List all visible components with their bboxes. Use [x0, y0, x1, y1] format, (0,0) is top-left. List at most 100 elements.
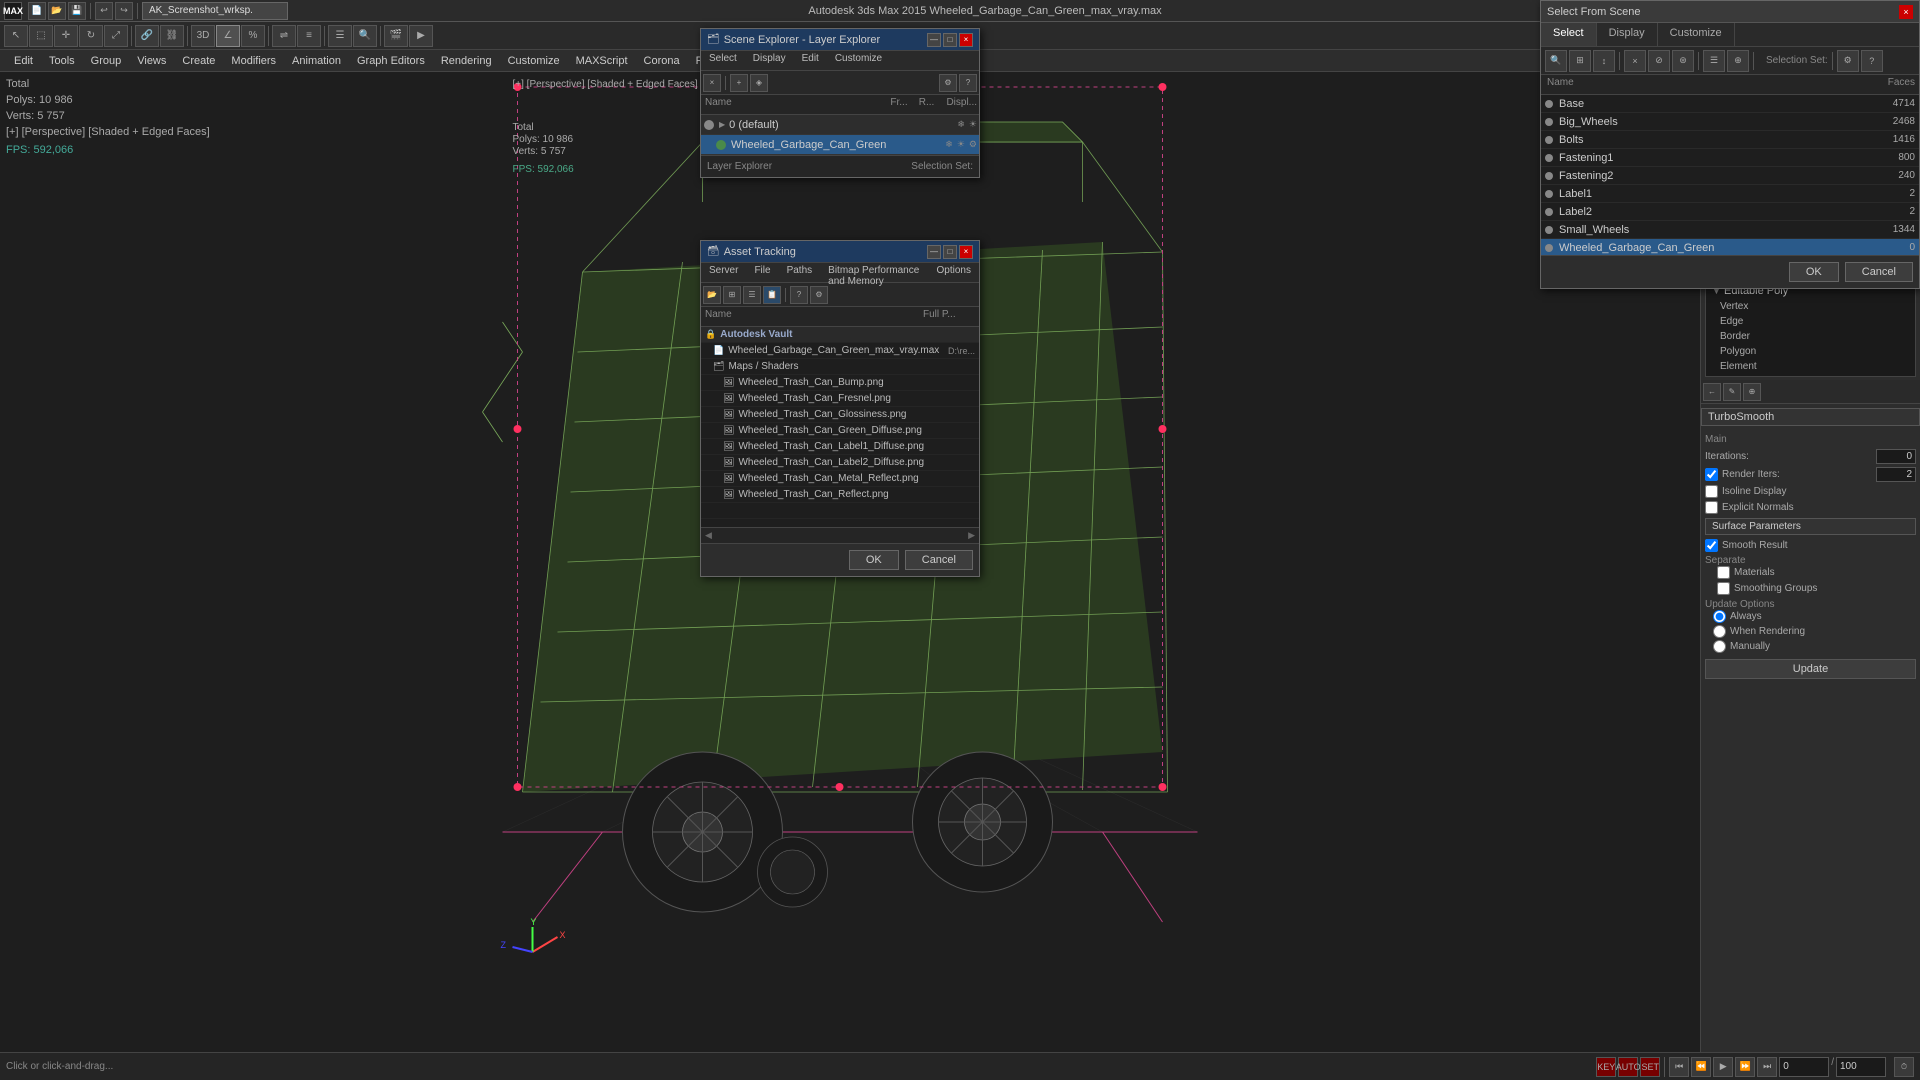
asset-tb-help[interactable]: ?	[790, 286, 808, 304]
frame-max-input[interactable]	[1836, 1057, 1886, 1077]
sel-tb-hier[interactable]: ⊕	[1727, 50, 1749, 72]
asset-ok-btn[interactable]: OK	[849, 550, 899, 570]
sel-tb-sort[interactable]: ↕	[1593, 50, 1615, 72]
key-mode-btn[interactable]: KEY	[1596, 1057, 1616, 1077]
move-tool[interactable]: ✛	[54, 25, 78, 47]
edit-btn[interactable]: ✎	[1723, 383, 1741, 401]
layer-menu-customize[interactable]: Customize	[827, 51, 890, 70]
sel-tb-all[interactable]: ⊛	[1672, 50, 1694, 72]
asset-close-btn[interactable]: ×	[959, 245, 973, 259]
asset-row-bump[interactable]: 🖼 Wheeled_Trash_Can_Bump.png	[701, 375, 979, 391]
sel-tb-find[interactable]: 🔍	[1545, 50, 1567, 72]
sel-tb-layers[interactable]: ☰	[1703, 50, 1725, 72]
layer-row-0[interactable]: ▶ 0 (default) ❄ ☀	[701, 115, 979, 135]
asset-restore-btn[interactable]: □	[943, 245, 957, 259]
asset-scroll-right[interactable]: ▶	[968, 530, 975, 541]
asset-row-glossiness[interactable]: 🖼 Wheeled_Trash_Can_Glossiness.png	[701, 407, 979, 423]
layer-explorer-min-btn[interactable]: —	[927, 33, 941, 47]
expand-btn[interactable]: ⊕	[1743, 383, 1761, 401]
asset-menu-paths[interactable]: Paths	[779, 263, 821, 282]
sel-row-fastening2[interactable]: Fastening2 240	[1541, 167, 1919, 185]
sel-row-base[interactable]: Base 4714	[1541, 95, 1919, 113]
select-dialog-close-btn[interactable]: ×	[1899, 5, 1913, 19]
scene-explorer[interactable]: 🔍	[353, 25, 377, 47]
asset-list[interactable]: 🔒 Autodesk Vault 📄 Wheeled_Garbage_Can_G…	[701, 327, 979, 527]
menu-graph-editors[interactable]: Graph Editors	[349, 50, 433, 72]
menu-customize[interactable]: Customize	[500, 50, 568, 72]
asset-row-maps[interactable]: 🗂 Maps / Shaders	[701, 359, 979, 375]
layer-tb-new[interactable]: +	[730, 74, 748, 92]
sel-row-smallwheels[interactable]: Small_Wheels 1344	[1541, 221, 1919, 239]
go-end-btn[interactable]: ⏭	[1757, 1057, 1777, 1077]
menu-views[interactable]: Views	[129, 50, 174, 72]
menu-edit[interactable]: Edit	[6, 50, 41, 72]
mirror-tool[interactable]: ⇌	[272, 25, 296, 47]
asset-row-fresnel[interactable]: 🖼 Wheeled_Trash_Can_Fresnel.png	[701, 391, 979, 407]
asset-row-label2[interactable]: 🖼 Wheeled_Trash_Can_Label2_Diffuse.png	[701, 455, 979, 471]
asset-row-vault[interactable]: 🔒 Autodesk Vault	[701, 327, 979, 343]
menu-maxscript[interactable]: MAXScript	[568, 50, 636, 72]
select-list[interactable]: Base 4714 Big_Wheels 2468 Bolts 1416 Fas…	[1541, 95, 1919, 255]
select-ok-btn[interactable]: OK	[1789, 262, 1839, 282]
smooth-result-checkbox[interactable]	[1705, 539, 1718, 552]
time-config-btn[interactable]: ⏱	[1894, 1057, 1914, 1077]
stack-border[interactable]: Border	[1708, 329, 1913, 344]
layer-explorer-restore-btn[interactable]: □	[943, 33, 957, 47]
scale-tool[interactable]: ⤢	[104, 25, 128, 47]
when-rendering-radio[interactable]	[1713, 625, 1726, 638]
menu-group[interactable]: Group	[83, 50, 130, 72]
workspace-input[interactable]	[142, 2, 288, 20]
layer-tb-help[interactable]: ?	[959, 74, 977, 92]
select-tab-select[interactable]: Select	[1541, 23, 1597, 46]
menu-modifiers[interactable]: Modifiers	[223, 50, 284, 72]
layer-manager[interactable]: ☰	[328, 25, 352, 47]
sel-tb-invert[interactable]: ⊘	[1648, 50, 1670, 72]
select-tool[interactable]: ↖	[4, 25, 28, 47]
sel-tb-settings[interactable]: ⚙	[1837, 50, 1859, 72]
render-iters-checkbox[interactable]	[1705, 468, 1718, 481]
stack-edge[interactable]: Edge	[1708, 314, 1913, 329]
asset-row-reflect[interactable]: 🖼 Wheeled_Trash_Can_Reflect.png	[701, 487, 979, 503]
layer-tb-select[interactable]: ◈	[750, 74, 768, 92]
menu-create[interactable]: Create	[174, 50, 223, 72]
layer-tb-settings[interactable]: ⚙	[939, 74, 957, 92]
layer-menu-select[interactable]: Select	[701, 51, 745, 70]
asset-min-btn[interactable]: —	[927, 245, 941, 259]
asset-row-label1[interactable]: 🖼 Wheeled_Trash_Can_Label1_Diffuse.png	[701, 439, 979, 455]
open-file-icon[interactable]: 📂	[48, 2, 66, 20]
snap-3d[interactable]: 3D	[191, 25, 215, 47]
sel-row-bigwheels[interactable]: Big_Wheels 2468	[1541, 113, 1919, 131]
asset-row-diffuse[interactable]: 🖼 Wheeled_Trash_Can_Green_Diffuse.png	[701, 423, 979, 439]
manually-radio[interactable]	[1713, 640, 1726, 653]
play-btn[interactable]: ▶	[1713, 1057, 1733, 1077]
align-tool[interactable]: ≡	[297, 25, 321, 47]
sel-row-label1[interactable]: Label1 2	[1541, 185, 1919, 203]
move-to-btn[interactable]: ←	[1703, 383, 1721, 401]
set-key-btn[interactable]: SET	[1640, 1057, 1660, 1077]
asset-tb-btn4[interactable]: 📋	[763, 286, 781, 304]
menu-rendering[interactable]: Rendering	[433, 50, 500, 72]
prev-frame-btn[interactable]: ⏪	[1691, 1057, 1711, 1077]
frame-input[interactable]	[1779, 1057, 1829, 1077]
sel-row-wheeled[interactable]: Wheeled_Garbage_Can_Green 0	[1541, 239, 1919, 255]
stack-polygon[interactable]: Polygon	[1708, 344, 1913, 359]
sel-tb-none[interactable]: ×	[1624, 50, 1646, 72]
redo-icon[interactable]: ↪	[115, 2, 133, 20]
turbosmoothy-section-title[interactable]: TurboSmooth	[1701, 408, 1920, 426]
save-file-icon[interactable]: 💾	[68, 2, 86, 20]
asset-scroll-bar[interactable]: ◀ ▶	[701, 527, 979, 543]
next-frame-btn[interactable]: ⏩	[1735, 1057, 1755, 1077]
always-radio[interactable]	[1713, 610, 1726, 623]
asset-cancel-btn[interactable]: Cancel	[905, 550, 973, 570]
asset-menu-file[interactable]: File	[746, 263, 778, 282]
asset-row-metal[interactable]: 🖼 Wheeled_Trash_Can_Metal_Reflect.png	[701, 471, 979, 487]
layer-menu-edit[interactable]: Edit	[794, 51, 827, 70]
angle-snap[interactable]: ∠	[216, 25, 240, 47]
go-start-btn[interactable]: ⏮	[1669, 1057, 1689, 1077]
layer-explorer-close-btn[interactable]: ×	[959, 33, 973, 47]
stack-vertex[interactable]: Vertex	[1708, 299, 1913, 314]
select-tab-customize[interactable]: Customize	[1658, 23, 1735, 46]
sel-tb-filter[interactable]: ⊞	[1569, 50, 1591, 72]
explicit-normals-checkbox[interactable]	[1705, 501, 1718, 514]
new-file-icon[interactable]: 📄	[28, 2, 46, 20]
